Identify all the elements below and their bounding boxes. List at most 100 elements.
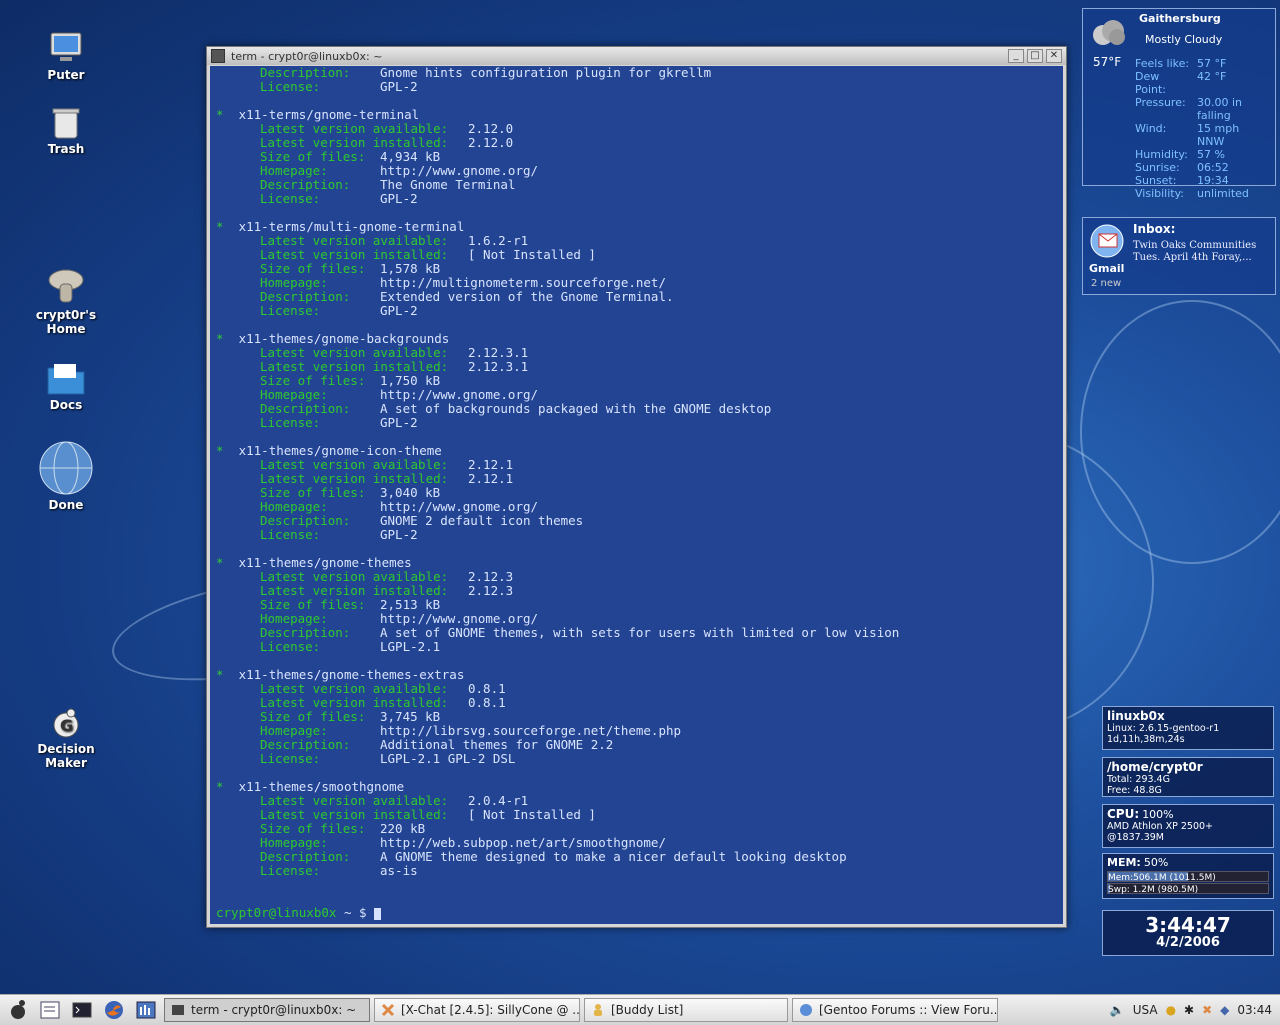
inbox-label: Inbox: bbox=[1133, 222, 1176, 236]
package-homepage-line: Homepage: http://www.gnome.org/ bbox=[260, 611, 539, 626]
package-description-line: Description: Extended version of the Gnom… bbox=[260, 289, 674, 304]
task-xchat[interactable]: [X-Chat [2.4.5]: SillyCone @ ... bbox=[374, 998, 580, 1022]
package-installed-line: Latest version installed:[ Not Installed… bbox=[260, 807, 596, 822]
host-info: linuxb0x Linux: 2.6.15-gentoo-r1 1d,11h,… bbox=[1102, 706, 1274, 750]
volume-icon[interactable]: 🔈 bbox=[1110, 1003, 1125, 1017]
taskbar: term - crypt0r@linuxb0x: ~ [X-Chat [2.4.… bbox=[0, 994, 1280, 1025]
package-license-line: License: as-is bbox=[260, 863, 418, 878]
package-name: x11-terms/gnome-terminal bbox=[238, 107, 420, 122]
mem-bar: Mem:506.1M (1011.5M) bbox=[1107, 871, 1269, 883]
package-description-line: Description: Additional themes for GNOME … bbox=[260, 737, 614, 752]
cpu-info: CPU: 100% AMD Athlon XP 2500+ @1837.39M bbox=[1102, 804, 1274, 848]
package-size-line: Size of files: 2,513 kB bbox=[260, 597, 441, 612]
kernel-version: Linux: 2.6.15-gentoo-r1 bbox=[1107, 723, 1220, 734]
memory-info: MEM: 50% Mem:506.1M (1011.5M) Swp: 1.2M … bbox=[1102, 853, 1274, 899]
bluetooth-icon[interactable]: ✱ bbox=[1184, 1003, 1194, 1017]
gnome-foot-icon: G bbox=[53, 708, 79, 738]
desktop-icon-label: Puter bbox=[47, 68, 85, 82]
launcher-firefox[interactable] bbox=[100, 998, 128, 1022]
xchat-icon bbox=[381, 1003, 395, 1017]
terminal-output[interactable]: Description: Gnome hints configuration pl… bbox=[210, 66, 1063, 924]
trash-icon bbox=[52, 108, 80, 139]
launcher-xmms[interactable] bbox=[132, 998, 160, 1022]
weather-city: Gaithersburg bbox=[1139, 12, 1221, 25]
desktop-icon-puter[interactable]: Puter bbox=[21, 30, 111, 82]
xmms-icon bbox=[136, 1001, 156, 1019]
package-latest-line: Latest version available: 2.12.1 bbox=[260, 457, 514, 472]
main-menu-button[interactable] bbox=[4, 998, 32, 1022]
terminal-icon bbox=[172, 1005, 184, 1015]
cpu-percent: 100% bbox=[1142, 808, 1174, 821]
terminal-icon bbox=[72, 1002, 92, 1018]
disk-info: /home/crypt0r Total: 293.4G Free: 48.8G bbox=[1102, 757, 1274, 797]
launcher-editor[interactable] bbox=[36, 998, 64, 1022]
package-installed-line: Latest version installed: 2.12.0 bbox=[260, 135, 514, 150]
globe-icon bbox=[39, 441, 93, 495]
maximize-button[interactable]: □ bbox=[1027, 49, 1043, 63]
close-button[interactable]: ✕ bbox=[1046, 49, 1062, 63]
task-browser[interactable]: [Gentoo Forums :: View Foru... bbox=[792, 998, 998, 1022]
mail-subject: Twin Oaks Communities bbox=[1133, 240, 1257, 251]
clock-widget: 3:44:47 4/2/2006 bbox=[1102, 910, 1274, 956]
weather-temperature: 57°F bbox=[1093, 55, 1122, 69]
clock-date: 4/2/2006 bbox=[1156, 935, 1220, 950]
text-editor-icon bbox=[40, 1001, 60, 1019]
package-bullet: * bbox=[216, 443, 224, 458]
mail-preview[interactable]: Twin Oaks Communities Tues. April 4th Fo… bbox=[1133, 240, 1256, 264]
minimize-button[interactable]: _ bbox=[1008, 49, 1024, 63]
swap-bar: Swp: 1.2M (980.5M) bbox=[1107, 883, 1269, 895]
mail-widget[interactable]: Inbox: Twin Oaks Communities Tues. April… bbox=[1082, 217, 1276, 295]
launcher-terminal[interactable] bbox=[68, 998, 96, 1022]
package-description-line: Description: A set of GNOME themes, with … bbox=[260, 625, 900, 640]
weather-details: Feels like: 57 °F Dew Point: 42 °F Pressur… bbox=[1135, 57, 1249, 200]
package-name: x11-themes/gnome-backgrounds bbox=[238, 331, 450, 346]
xchat-tray-icon[interactable]: ✖ bbox=[1202, 1003, 1212, 1017]
package-bullet: * bbox=[216, 555, 224, 570]
desktop-icon-label: Docs bbox=[49, 398, 83, 412]
package-size-line: Size of files: 1,750 kB bbox=[260, 373, 441, 388]
folder-icon bbox=[47, 364, 85, 395]
weather-condition: Mostly Cloudy bbox=[1145, 33, 1223, 46]
background-swirl bbox=[1080, 300, 1280, 564]
firefox-icon bbox=[105, 1001, 123, 1019]
desktop-icon-label: Trash bbox=[47, 142, 85, 156]
package-description-line: Description: A set of backgrounds package… bbox=[260, 401, 772, 416]
computer-icon bbox=[50, 32, 82, 61]
package-description-line: Description: A GNOME theme designed to ma… bbox=[260, 849, 847, 864]
network-icon[interactable]: ◆ bbox=[1220, 1003, 1229, 1017]
task-terminal[interactable]: term - crypt0r@linuxb0x: ~ bbox=[164, 998, 370, 1022]
task-label: [Buddy List] bbox=[611, 1003, 684, 1017]
package-latest-line: Latest version available: 1.6.2-r1 bbox=[260, 233, 529, 248]
package-name: x11-themes/gnome-icon-theme bbox=[238, 443, 442, 458]
package-bullet: * bbox=[216, 779, 224, 794]
package-homepage-line: Homepage: http://www.gnome.org/ bbox=[260, 499, 539, 514]
keyboard-layout[interactable]: USA bbox=[1133, 1003, 1158, 1017]
mail-count: 2 new bbox=[1091, 278, 1122, 289]
terminal-window[interactable]: term - crypt0r@linuxb0x: ~ _ □ ✕ Descrip… bbox=[206, 46, 1067, 928]
desktop-icon-label: Done bbox=[48, 498, 84, 512]
tray-clock[interactable]: 03:44 bbox=[1237, 1003, 1272, 1017]
mushroom-home-icon bbox=[48, 269, 84, 303]
gnome-foot-icon bbox=[11, 1000, 25, 1019]
package-license-line: License: GPL-2 bbox=[260, 303, 418, 318]
terminal-icon bbox=[211, 49, 225, 63]
package-name-line: * x11-terms/gnome-terminal bbox=[216, 108, 1063, 122]
task-buddy-list[interactable]: [Buddy List] bbox=[584, 998, 788, 1022]
desktop-icon-docs[interactable]: Docs bbox=[21, 360, 111, 412]
package-installed-line: Latest version installed:[ Not Installed… bbox=[260, 247, 596, 262]
package-license-line: License: LGPL-2.1 bbox=[260, 639, 441, 654]
desktop-icon-decision-maker[interactable]: G Decision Maker bbox=[21, 706, 111, 770]
mem-label: MEM: bbox=[1107, 856, 1141, 869]
gaim-tray-icon[interactable]: ● bbox=[1166, 1003, 1176, 1017]
package-size-line: Size of files: 1,578 kB bbox=[260, 261, 441, 276]
desktop-icon-home[interactable]: crypt0r's Home bbox=[21, 266, 111, 336]
shell-prompt[interactable]: crypt0r@linuxb0x ~ $ bbox=[216, 906, 1063, 920]
weather-widget[interactable]: Gaithersburg Mostly Cloudy 57°F Feels li… bbox=[1082, 8, 1276, 200]
desktop-icon-done[interactable]: Done bbox=[21, 440, 111, 512]
package-installed-line: Latest version installed: 2.12.3.1 bbox=[260, 359, 529, 374]
desktop-icon-trash[interactable]: Trash bbox=[21, 106, 111, 156]
package-size-line: Size of files: 3,745 kB bbox=[260, 709, 441, 724]
package-bullet: * bbox=[216, 667, 224, 682]
terminal-titlebar[interactable]: term - crypt0r@linuxb0x: ~ _ □ ✕ bbox=[207, 47, 1066, 65]
cpu-frequency: @1837.39M bbox=[1107, 832, 1164, 843]
